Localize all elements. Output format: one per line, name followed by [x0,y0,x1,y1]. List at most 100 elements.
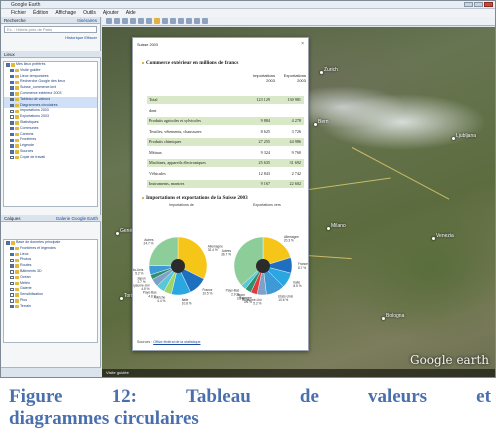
menu-item[interactable]: Ajouter [103,9,119,17]
place-dot [314,123,317,126]
search-panel-title: Recherche [4,18,26,23]
sun-icon[interactable] [162,18,168,24]
print-icon[interactable] [194,18,200,24]
email-icon[interactable] [186,18,192,24]
toolbar [102,17,495,26]
checkbox-icon[interactable] [10,115,14,119]
tree-item[interactable]: Copie de travail [4,155,97,161]
planets-icon[interactable] [170,18,176,24]
folder-icon [15,252,19,257]
placemark-icon[interactable] [114,18,120,24]
table-row: Total 123 129 130 981 [147,96,304,104]
folder-icon [15,299,19,303]
folder-icon [15,281,19,286]
checkbox-icon[interactable] [10,264,14,268]
polygon-icon[interactable] [122,18,128,24]
checkbox-icon[interactable] [10,86,14,90]
folder-icon [15,115,19,119]
directions-link[interactable]: Itinéraires [77,17,97,24]
overlay-icon[interactable] [138,18,144,24]
menu-item[interactable]: Édition [33,9,48,17]
table-row: dont [147,107,304,115]
layers-panel-head: Calques Galerie Google Earth [1,215,101,222]
checkbox-icon[interactable] [10,293,14,297]
checkbox-icon[interactable] [10,275,14,280]
source-line: Sources : Office fédéral de la statistiq… [137,340,200,344]
checkbox-icon[interactable] [10,246,14,251]
tree-item-label: Copie de travail [20,154,45,159]
checkbox-icon[interactable] [10,109,14,114]
layers-panel-bar: Calques Galerie Google Earth [1,215,101,222]
checkbox-icon[interactable] [6,241,10,245]
place-label: Venezia [436,233,454,239]
checkbox-icon[interactable] [10,126,14,131]
place-label: Milano [331,223,346,229]
row-label: Machines, appareils électroniques [149,160,206,165]
ruler-icon[interactable] [178,18,184,24]
checkbox-icon[interactable] [10,304,14,309]
folder-icon [11,241,15,245]
close-icon[interactable] [484,2,493,7]
pie-slice-value: 3.5 % [237,297,245,301]
folder-icon [11,63,15,67]
table-row: Textiles, vêtements, chaussures 8 625 3 72… [147,128,304,136]
gallery-link[interactable]: Galerie Google Earth [56,215,98,222]
checkbox-icon[interactable] [10,150,14,154]
checkbox-icon[interactable] [10,74,14,79]
checkbox-icon[interactable] [10,121,14,125]
checkbox-icon[interactable] [10,287,14,292]
caption-word: Tableau [186,386,251,407]
checkbox-icon[interactable] [10,155,14,160]
imports-value: 8 625 [260,128,270,134]
caption-word: et [476,386,491,407]
folder-icon [15,246,19,251]
tour-icon[interactable] [146,18,152,24]
checkbox-icon[interactable] [10,80,14,85]
checkbox-icon[interactable] [10,97,14,102]
imports-value: 9 884 [260,118,270,123]
close-icon[interactable]: × [301,41,304,47]
checkbox-icon[interactable] [10,270,14,274]
search-links[interactable]: Historique Effacer [1,35,100,41]
window-title: Google Earth [11,2,41,8]
source-link[interactable]: Office fédéral de la statistique [153,340,200,344]
maximize-icon[interactable] [474,2,483,7]
folder-icon [15,293,19,297]
tree-item[interactable]: Terrain [4,304,97,310]
checkbox-icon[interactable] [10,281,14,286]
caption-line-1: Figure 12: Tableau de valeurs et [9,386,491,408]
checkbox-icon[interactable] [10,258,14,263]
exports-value: 2 742 [291,170,301,176]
table-section-title: Commerce extérieur en millions de francs [146,60,239,66]
hide-sidebar-icon[interactable] [106,18,112,24]
historical-imagery-icon[interactable] [154,18,160,24]
checkbox-icon[interactable] [10,132,14,137]
minimize-icon[interactable] [464,2,473,7]
checkbox-icon[interactable] [6,63,10,67]
checkbox-icon[interactable] [10,144,14,148]
folder-icon [15,287,19,292]
google-maps-icon[interactable] [202,18,208,24]
row-label: Textiles, vêtements, chaussures [149,128,202,134]
place-dot [382,317,385,320]
imports-value: 9 324 [260,149,270,155]
checkbox-icon[interactable] [10,299,14,303]
checkbox-icon[interactable] [10,68,14,73]
table-row: Produits agricoles et sylvicoles 9 884 4 2… [147,117,304,125]
checkbox-icon[interactable] [10,252,14,257]
checkbox-icon[interactable] [10,103,14,108]
layers-tree[interactable]: Base de données principale Frontières et … [3,239,98,343]
row-label: dont [149,107,157,113]
menu-item[interactable]: Fichier [11,9,26,17]
imports-value: 12 843 [258,170,270,176]
path-icon[interactable] [130,18,136,24]
menu-item[interactable]: Affichage [55,9,76,17]
checkbox-icon[interactable] [10,92,14,96]
places-tree[interactable]: Mes lieux préférés Visite guidée Lieux tem… [3,61,98,207]
place-label: Ljubljana [456,133,477,139]
section-bullet-icon [142,197,144,199]
search-input[interactable]: Ex. : Hôtels près de Paris [4,26,97,33]
menu-item[interactable]: Aide [126,9,136,17]
menu-item[interactable]: Outils [83,9,96,17]
checkbox-icon[interactable] [10,138,14,142]
